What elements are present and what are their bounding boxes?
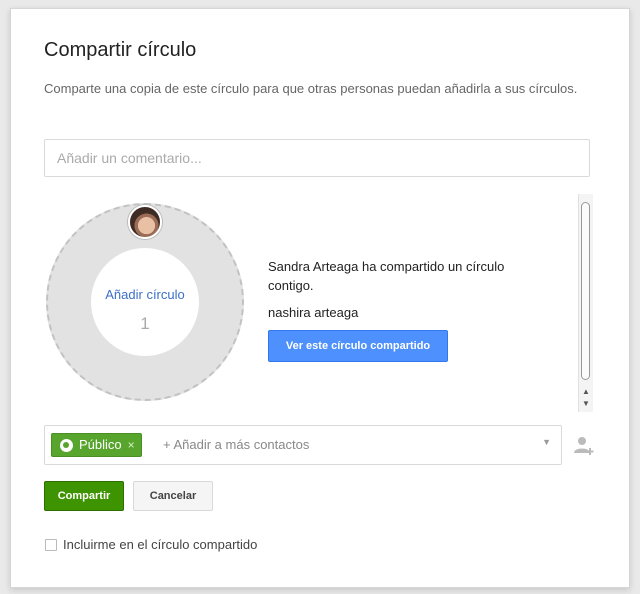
scroll-thumb[interactable] (581, 202, 590, 380)
add-contacts-input[interactable]: + Añadir a más contactos (163, 437, 309, 452)
avatar (128, 205, 162, 239)
recipients-field[interactable]: Público × + Añadir a más contactos ▼ (44, 425, 562, 465)
scroll-up-arrow-icon[interactable]: ▲ (579, 386, 593, 398)
dialog-subtitle: Comparte una copia de este círculo para … (44, 81, 578, 96)
circle-center (91, 248, 199, 356)
shared-circle-preview: Añadir círculo 1 Sandra Arteaga ha compa… (44, 197, 594, 407)
public-chip[interactable]: Público × (51, 433, 142, 457)
dialog-title: Compartir círculo (44, 39, 197, 61)
chip-remove-icon[interactable]: × (128, 434, 135, 456)
scroll-down-arrow-icon[interactable]: ▼ (579, 398, 593, 410)
include-me-option[interactable]: Incluirme en el círculo compartido (45, 537, 257, 552)
view-shared-circle-button[interactable]: Ver este círculo compartido (268, 330, 448, 362)
include-me-label: Incluirme en el círculo compartido (63, 537, 258, 552)
add-circle-link[interactable]: Añadir círculo (91, 287, 199, 302)
cancel-button[interactable]: Cancelar (133, 481, 213, 511)
share-circle-dialog: Compartir círculo Comparte una copia de … (10, 8, 630, 588)
share-button[interactable]: Compartir (44, 481, 124, 511)
owner-name: nashira arteaga (268, 305, 359, 320)
chip-label: Público (79, 437, 122, 452)
add-person-icon[interactable] (573, 435, 595, 457)
globe-icon (60, 438, 73, 452)
share-message: Sandra Arteaga ha compartido un círculo … (268, 259, 505, 293)
circle-member-count: 1 (140, 314, 150, 333)
chevron-down-icon[interactable]: ▼ (542, 437, 551, 447)
preview-scrollbar[interactable]: ▲ ▼ (578, 194, 593, 412)
include-me-checkbox[interactable] (45, 538, 57, 551)
comment-input[interactable] (44, 139, 590, 177)
